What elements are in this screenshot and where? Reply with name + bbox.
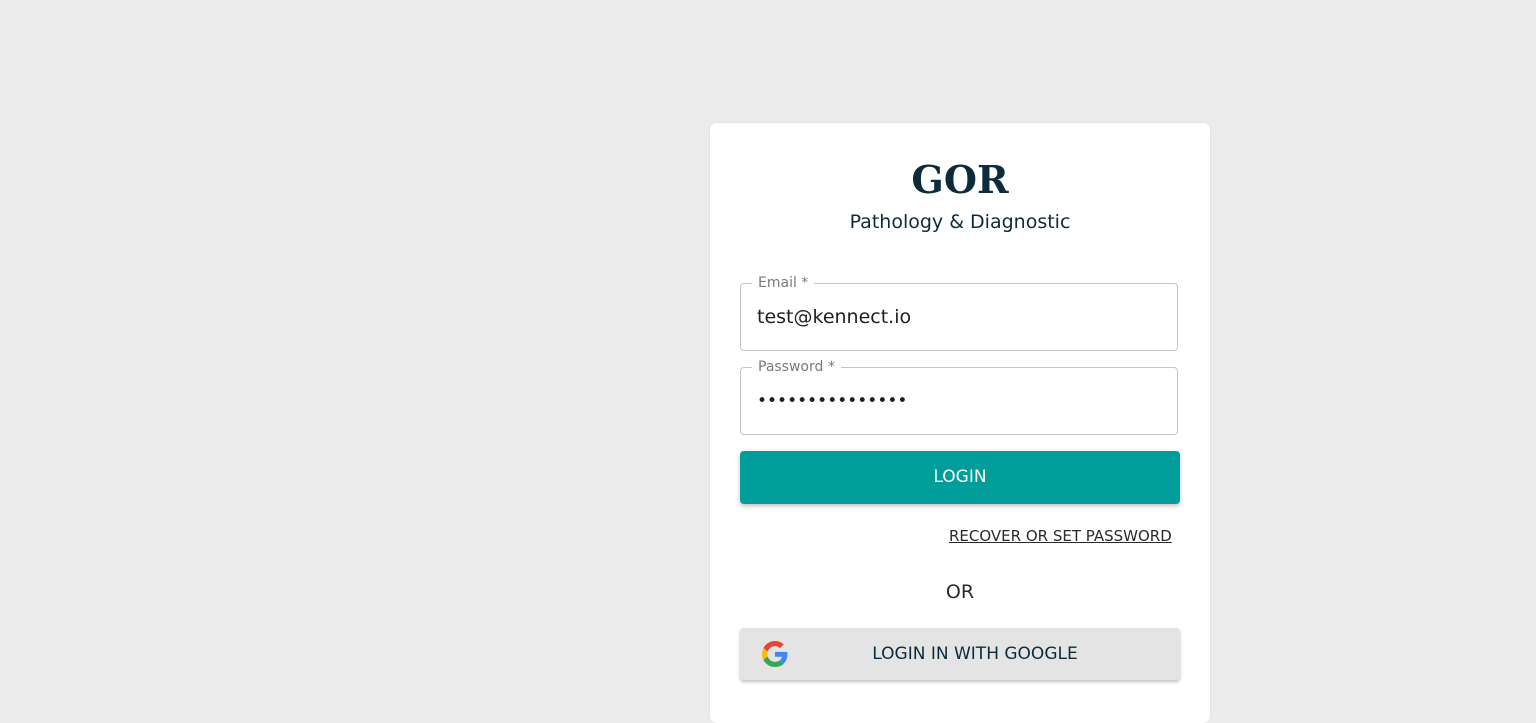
google-login-button[interactable]: LOGIN IN WITH GOOGLE <box>740 628 1180 680</box>
email-field[interactable]: Email * <box>740 274 1178 351</box>
google-login-label: LOGIN IN WITH GOOGLE <box>872 644 1078 664</box>
password-field[interactable]: Password * ••••••••••••••• <box>740 358 1178 435</box>
brand-title: GOR <box>911 157 1009 202</box>
brand-subtitle: Pathology & Diagnostic <box>849 211 1071 233</box>
or-divider-text: OR <box>945 581 975 603</box>
google-icon <box>762 641 788 667</box>
password-input[interactable]: ••••••••••••••• <box>757 389 907 413</box>
login-button[interactable]: LOGIN <box>740 451 1180 504</box>
login-card: GOR Pathology & Diagnostic Email * Passw… <box>710 123 1210 723</box>
recover-password-link[interactable]: RECOVER OR SET PASSWORD <box>949 526 1172 546</box>
password-label: Password * <box>752 358 841 376</box>
email-input[interactable] <box>757 284 1157 350</box>
